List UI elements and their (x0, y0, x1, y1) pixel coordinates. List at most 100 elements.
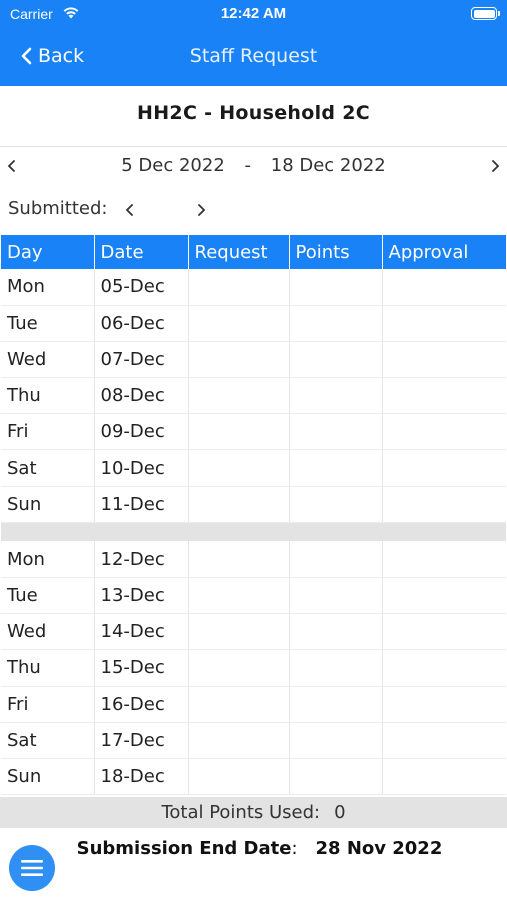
date-cell: 06-Dec (94, 305, 189, 342)
range-separator: - (244, 155, 252, 176)
day-cell: Wed (1, 341, 95, 379)
points-cell (289, 486, 383, 523)
day-cell: Fri (1, 413, 95, 451)
date-range-selector: 5 Dec 2022 - 18 Dec 2022 (0, 153, 507, 179)
date-range-text: 5 Dec 2022 - 18 Dec 2022 (0, 155, 507, 176)
battery-icon (471, 7, 500, 20)
points-cell (289, 449, 383, 487)
header-date: Date (94, 235, 189, 269)
date-cell: 18-Dec (94, 758, 189, 796)
range-end: 18 Dec 2022 (270, 155, 386, 176)
approval-cell (382, 577, 506, 615)
table-header-row: Day Date Request Points Approval (1, 235, 506, 269)
approval-cell (382, 269, 506, 306)
day-cell: Tue (1, 305, 95, 342)
points-cell (289, 341, 383, 379)
points-cell (289, 686, 383, 723)
submitted-next-icon[interactable] (193, 198, 209, 222)
table-row[interactable]: Sun 11-Dec (1, 486, 506, 523)
table-row[interactable]: Mon 12-Dec (1, 541, 506, 579)
request-cell[interactable] (188, 413, 290, 451)
status-bar: Carrier 12:42 AM (0, 0, 507, 30)
table-row[interactable]: Sat 10-Dec (1, 449, 506, 487)
points-cell (289, 613, 383, 651)
request-cell[interactable] (188, 613, 290, 651)
day-cell: Wed (1, 613, 95, 651)
day-cell: Thu (1, 649, 95, 687)
approval-cell (382, 486, 506, 523)
approval-cell (382, 377, 506, 415)
app-header: Carrier 12:42 AM Back Staff Request (0, 0, 507, 86)
header-request: Request (188, 235, 290, 269)
table-row[interactable]: Wed 07-Dec (1, 341, 506, 379)
points-cell (289, 305, 383, 342)
table-row[interactable]: Thu 08-Dec (1, 377, 506, 415)
request-cell[interactable] (188, 269, 290, 306)
points-cell (289, 722, 383, 759)
table-row[interactable]: Fri 16-Dec (1, 686, 506, 723)
approval-cell (382, 413, 506, 451)
day-cell: Mon (1, 541, 95, 579)
day-cell: Tue (1, 577, 95, 615)
approval-cell (382, 686, 506, 723)
request-cell[interactable] (188, 649, 290, 687)
day-cell: Sun (1, 486, 95, 523)
approval-cell (382, 722, 506, 759)
submitted-previous-icon[interactable] (122, 198, 138, 222)
divider (0, 146, 507, 147)
approval-cell (382, 758, 506, 796)
header-day: Day (1, 235, 95, 269)
request-cell[interactable] (188, 341, 290, 379)
date-cell: 14-Dec (94, 613, 189, 651)
day-cell: Sat (1, 722, 95, 759)
request-table: Day Date Request Points Approval Mon 05-D… (1, 235, 506, 796)
points-cell (289, 413, 383, 451)
date-cell: 15-Dec (94, 649, 189, 687)
request-cell[interactable] (188, 377, 290, 415)
unit-title: HH2C - Household 2C (137, 102, 370, 124)
date-cell: 07-Dec (94, 341, 189, 379)
table-row[interactable]: Wed 14-Dec (1, 613, 506, 651)
header-points: Points (289, 235, 383, 269)
date-cell: 12-Dec (94, 541, 189, 579)
request-cell[interactable] (188, 305, 290, 342)
approval-cell (382, 541, 506, 579)
request-cell[interactable] (188, 577, 290, 615)
table-row[interactable]: Fri 09-Dec (1, 413, 506, 451)
status-time: 12:42 AM (220, 5, 287, 22)
approval-cell (382, 613, 506, 651)
approval-cell (382, 649, 506, 687)
date-cell: 05-Dec (94, 269, 189, 306)
request-cell[interactable] (188, 486, 290, 523)
day-cell: Mon (1, 269, 95, 306)
table-row[interactable]: Sun 18-Dec (1, 758, 506, 796)
table-row[interactable]: Thu 15-Dec (1, 649, 506, 687)
date-cell: 10-Dec (94, 449, 189, 487)
request-cell[interactable] (188, 541, 290, 579)
week-separator (1, 522, 506, 542)
points-cell (289, 649, 383, 687)
points-cell (289, 269, 383, 306)
request-cell[interactable] (188, 722, 290, 759)
next-period-icon[interactable] (487, 153, 503, 179)
total-points-value: 0 (334, 802, 346, 823)
table-row[interactable]: Mon 05-Dec (1, 269, 506, 306)
total-points-label: Total Points Used: (161, 802, 321, 823)
range-start: 5 Dec 2022 (121, 155, 225, 176)
nav-title: Staff Request (189, 45, 318, 67)
date-cell: 09-Dec (94, 413, 189, 451)
table-row[interactable]: Tue 06-Dec (1, 305, 506, 342)
approval-cell (382, 449, 506, 487)
points-cell (289, 541, 383, 579)
request-cell[interactable] (188, 449, 290, 487)
menu-button[interactable] (9, 845, 55, 891)
request-cell[interactable] (188, 758, 290, 796)
request-cell[interactable] (188, 686, 290, 723)
hamburger-menu-icon (21, 860, 43, 876)
week-separator-band (1, 522, 506, 542)
table-row[interactable]: Sat 17-Dec (1, 722, 506, 759)
points-cell (289, 758, 383, 796)
table-row[interactable]: Tue 13-Dec (1, 577, 506, 615)
day-cell: Fri (1, 686, 95, 723)
date-cell: 16-Dec (94, 686, 189, 723)
